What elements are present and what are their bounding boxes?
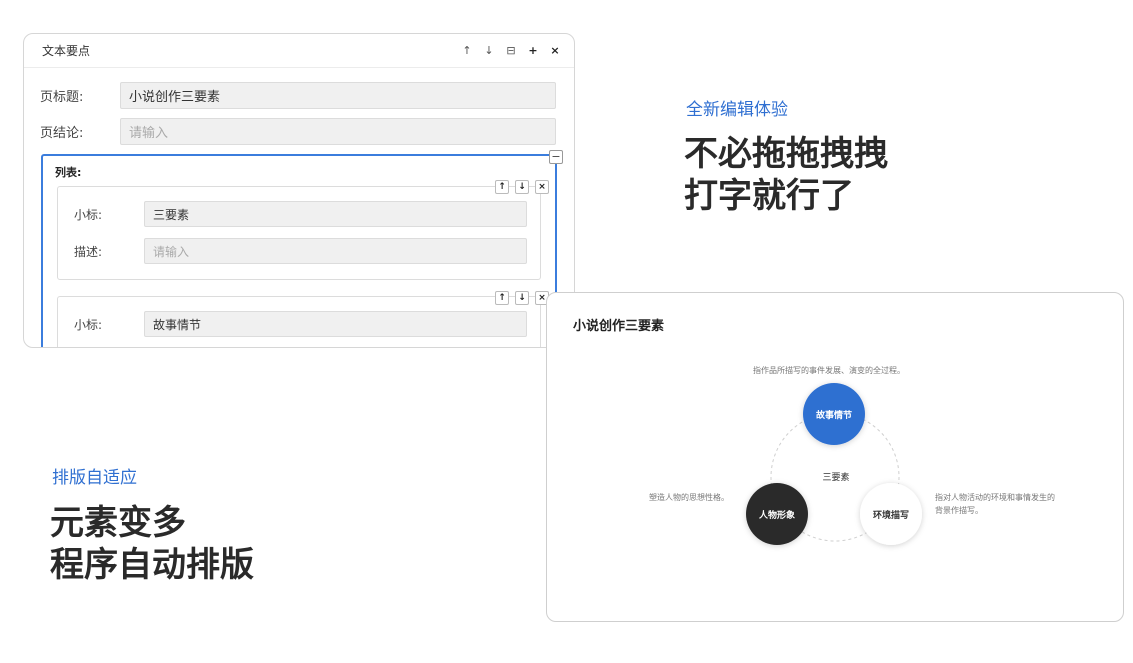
arrow-up-icon[interactable]: ↑	[462, 45, 472, 56]
node-label-plot: 故事情节	[816, 409, 852, 421]
text-points-editor: 文本要点 ↑ ↓ ⊟ + × 页标题: 小说创作三要素 页结论: 请输入 列表:…	[23, 33, 575, 348]
collapse-square-icon[interactable]: ⊟	[506, 45, 516, 56]
item-controls: ↑ ↓ ×	[495, 291, 549, 305]
move-down-button[interactable]: ↓	[515, 291, 529, 305]
feature-tag-layout: 排版自适应	[52, 468, 137, 488]
subtitle-row: 小标: 故事情节	[74, 311, 527, 337]
move-up-button[interactable]: ↑	[495, 180, 509, 194]
description-row: 描述: 请输入	[74, 238, 527, 264]
subtitle-label: 小标:	[74, 317, 103, 332]
arrow-down-icon[interactable]: ↓	[484, 45, 494, 56]
list-label: 列表:	[55, 166, 82, 179]
feature-headline-editing: 不必拖拖拽拽 打字就行了	[684, 133, 888, 217]
description-label: 描述:	[74, 244, 103, 259]
list-item: 小标: 三要素 描述: 请输入	[57, 186, 541, 280]
page-conclusion-label: 页结论:	[40, 126, 84, 141]
move-down-button[interactable]: ↓	[515, 180, 529, 194]
collapse-list-button[interactable]: −	[549, 150, 563, 164]
headline-line: 程序自动排版	[50, 545, 254, 585]
editor-header: 文本要点 ↑ ↓ ⊟ + ×	[24, 34, 574, 68]
list-section: 列表: 小标: 三要素 描述: 请输入 ↑ ↓ × 小标: 故事情节 ↑ ↓ ×	[41, 154, 557, 347]
page-conclusion-row: 页结论: 请输入	[40, 118, 556, 145]
node-label-setting: 环境描写	[873, 509, 909, 521]
setting-description-line: 指对人物活动的环境和事情发生的	[935, 493, 1055, 502]
item-controls: ↑ ↓ ×	[495, 180, 549, 194]
list-item: 小标: 故事情节	[57, 296, 541, 347]
move-up-button[interactable]: ↑	[495, 291, 509, 305]
cycle-diagram: 故事情节 人物形象 环境描写 三要素	[746, 383, 922, 545]
character-description: 塑造人物的思想性格。	[649, 493, 729, 502]
feature-headline-layout: 元素变多 程序自动排版	[50, 502, 254, 586]
editor-header-actions: ↑ ↓ ⊟ + ×	[462, 45, 560, 56]
description-input[interactable]: 请输入	[144, 238, 527, 264]
subtitle-input[interactable]: 故事情节	[144, 311, 527, 337]
remove-item-button[interactable]: ×	[535, 180, 549, 194]
setting-description-line: 背景作描写。	[935, 506, 983, 515]
feature-tag-editing: 全新编辑体验	[686, 100, 788, 120]
page-title-input[interactable]: 小说创作三要素	[120, 82, 556, 109]
setting-description: 指对人物活动的环境和事情发生的 背景作描写。	[935, 491, 1055, 517]
subtitle-label: 小标:	[74, 207, 103, 222]
editor-title: 文本要点	[42, 44, 91, 58]
subtitle-input[interactable]: 三要素	[144, 201, 527, 227]
headline-line: 不必拖拖拽拽	[684, 134, 888, 174]
center-label: 三要素	[822, 471, 849, 483]
page-title-row: 页标题: 小说创作三要素	[40, 82, 556, 109]
node-label-character: 人物形象	[758, 509, 795, 521]
plot-description: 指作品所描写的事件发展、演变的全过程。	[753, 366, 905, 375]
diagram-preview-card: 小说创作三要素 故事情节 人物形象 环境描写 三要素 指作品所描写的事件发展、演…	[546, 292, 1124, 622]
page-conclusion-input[interactable]: 请输入	[120, 118, 556, 145]
plus-icon[interactable]: +	[528, 45, 538, 56]
subtitle-row: 小标: 三要素	[74, 201, 527, 227]
close-icon[interactable]: ×	[550, 45, 560, 56]
headline-line: 元素变多	[50, 503, 186, 543]
page-title-label: 页标题:	[40, 90, 84, 105]
headline-line: 打字就行了	[684, 176, 854, 216]
